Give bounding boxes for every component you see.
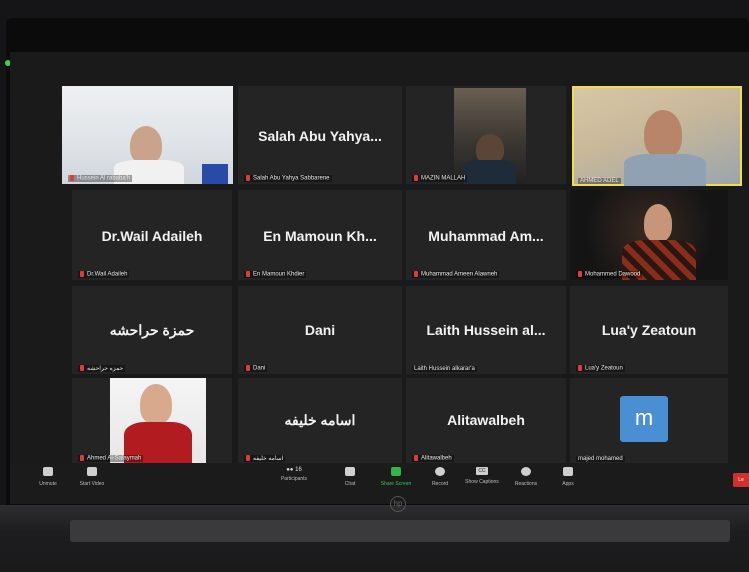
participant-video [644, 204, 672, 242]
participant-shoulders [624, 154, 706, 186]
video-tile-5[interactable]: En Mamoun Kh... En Mamoun Khdier [238, 190, 402, 280]
video-tile-6[interactable]: Muhammad Am... Muhammad Ameen Alawneh [406, 190, 566, 280]
video-tile-10[interactable]: Laith Hussein al... Laith Hussein alkara… [406, 286, 566, 374]
participant-name: Dani [244, 365, 268, 372]
participant-name: اسامه خليفه [244, 455, 286, 462]
participant-name: Alitawalbeh [412, 455, 454, 462]
muted-mic-icon [43, 467, 53, 476]
video-tile-3[interactable]: AHMED ADEL [572, 86, 742, 186]
video-tile-8[interactable]: حمزة حراحشه حمزه حراحشه [72, 286, 232, 374]
show-captions-button[interactable]: CC Show Captions [462, 467, 502, 485]
chat-button[interactable]: Chat [330, 467, 370, 487]
participant-name: majed mohamed [576, 456, 625, 462]
share-screen-icon [391, 467, 401, 476]
participant-name: حمزه حراحشه [78, 365, 126, 372]
video-off-icon [87, 467, 97, 476]
participant-video [110, 378, 206, 464]
laptop-hinge [70, 520, 730, 542]
muted-mic-icon [246, 455, 250, 462]
muted-mic-icon [414, 271, 418, 278]
participant-name: MAZIN MALLAH [412, 175, 468, 182]
participant-display-name: حمزة حراحشه [109, 322, 195, 338]
participants-button[interactable]: ●● 16 Participants [274, 467, 314, 482]
participant-name: Dr.Wail Adaileh [78, 271, 130, 278]
start-video-button[interactable]: Start Video [72, 467, 112, 487]
video-tile-0[interactable]: Hussein Al rababa'h [62, 86, 233, 184]
participant-name: En Mamoun Khdier [244, 271, 307, 278]
apps-icon [563, 467, 573, 476]
video-tile-1[interactable]: Salah Abu Yahya... Salah Abu Yahya Sabba… [238, 86, 402, 184]
record-icon [435, 467, 445, 476]
participant-display-name: Dr.Wail Adaileh [101, 228, 203, 244]
record-button[interactable]: Record [420, 467, 460, 487]
participant-name: Salah Abu Yahya Sabbarene [244, 175, 332, 182]
chat-icon [345, 467, 355, 476]
apps-button[interactable]: Apps [548, 467, 588, 487]
video-tile-11[interactable]: Lua'y Zeatoun Lua'y Zeatoun [570, 286, 728, 374]
participant-display-name: اسامه خليفه [284, 412, 356, 428]
participants-count: 16 [295, 467, 302, 473]
hp-logo: hp [390, 496, 406, 512]
video-tile-7[interactable]: Mohammed Dawood [570, 190, 728, 280]
participant-display-name: Alitawalbeh [447, 412, 525, 428]
participant-shoulders [464, 160, 516, 184]
participant-name: AHMED ADEL [578, 178, 621, 184]
participant-display-name: Salah Abu Yahya... [258, 128, 382, 144]
muted-mic-icon [578, 365, 582, 372]
muted-mic-icon [80, 455, 84, 462]
unmute-button[interactable]: Unmute [28, 467, 68, 487]
participant-name: Hussein Al rababa'h [68, 175, 133, 182]
muted-mic-icon [414, 175, 418, 182]
avatar: m [620, 396, 668, 442]
muted-mic-icon [414, 455, 418, 462]
muted-mic-icon [246, 271, 250, 278]
participant-display-name: Dani [304, 322, 336, 338]
meeting-toolbar: Unmute Start Video ●● 16 Participants Ch… [10, 463, 749, 504]
participant-name: Ahmed Al-Salaymah [78, 455, 144, 462]
muted-mic-icon [70, 175, 74, 182]
muted-mic-icon [80, 271, 84, 278]
participant-display-name: Lua'y Zeatoun [601, 322, 697, 338]
participant-name: Lua'y Zeatoun [576, 365, 625, 372]
participant-head [140, 384, 172, 424]
participant-name: Laith Hussein alkarar'a [412, 366, 477, 372]
participant-display-name: Muhammad Am... [428, 228, 544, 244]
video-tile-14[interactable]: Alitawalbeh Alitawalbeh [406, 378, 566, 464]
video-tile-9[interactable]: Dani Dani [238, 286, 402, 374]
participant-display-name: Laith Hussein al... [426, 322, 546, 338]
muted-mic-icon [246, 365, 250, 372]
share-screen-button[interactable]: Share Screen [376, 467, 416, 487]
video-tile-2[interactable]: MAZIN MALLAH [406, 86, 566, 184]
participant-name: Muhammad Ameen Alawneh [412, 271, 500, 278]
participants-icon: ●● [286, 467, 294, 473]
video-tile-4[interactable]: Dr.Wail Adaileh Dr.Wail Adaileh [72, 190, 232, 280]
participant-video [644, 110, 682, 158]
video-tile-13[interactable]: اسامه خليفه اسامه خليفه [238, 378, 402, 464]
video-tile-12[interactable]: Ahmed Al-Salaymah [72, 378, 232, 464]
participant-name: Mohammed Dawood [576, 271, 643, 278]
reactions-button[interactable]: Reactions [506, 467, 546, 487]
participant-video [130, 126, 162, 164]
muted-mic-icon [80, 365, 84, 372]
participant-video [454, 88, 526, 184]
captions-icon: CC [476, 467, 488, 475]
muted-mic-icon [246, 175, 250, 182]
muted-mic-icon [578, 271, 582, 278]
chair [202, 164, 228, 184]
leave-button[interactable]: Le [733, 473, 749, 487]
participant-display-name: En Mamoun Kh... [263, 228, 377, 244]
reactions-icon [521, 467, 531, 476]
